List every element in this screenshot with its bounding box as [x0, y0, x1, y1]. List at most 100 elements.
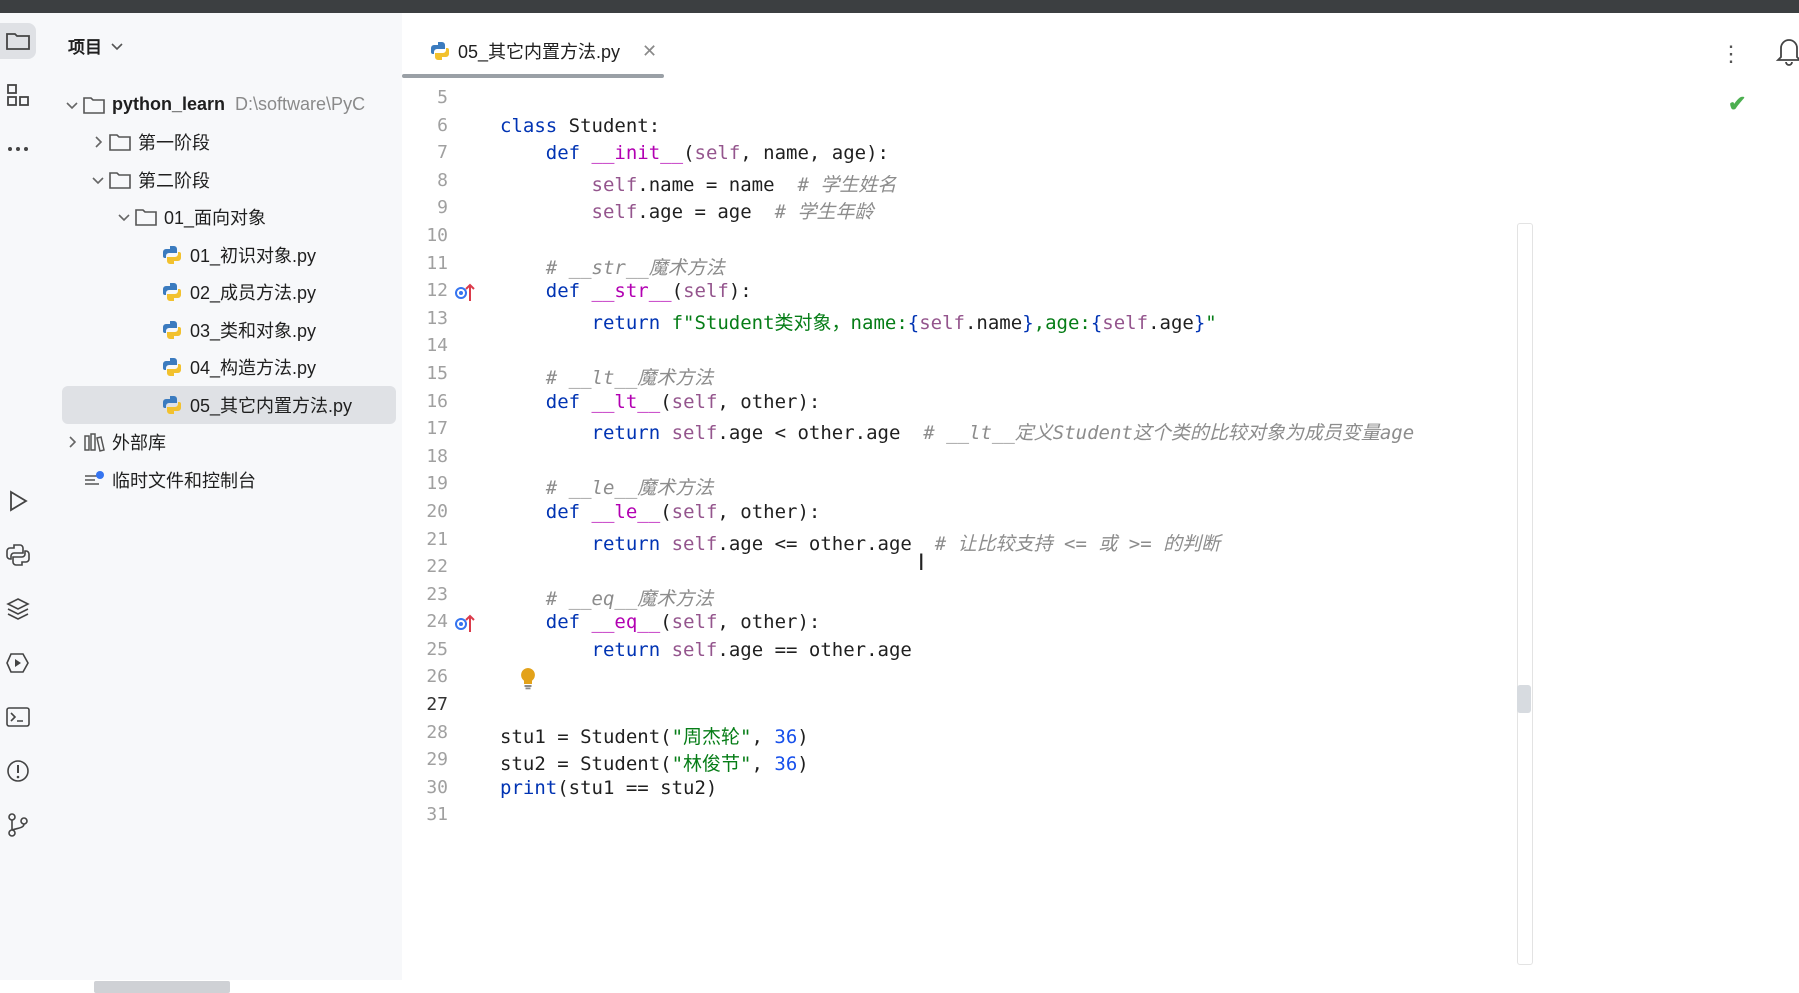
tree-item-python-learn[interactable]: python_learn D:\software\PyC [62, 86, 396, 124]
folder-icon [108, 169, 132, 191]
token: class [500, 114, 558, 137]
run-tool-button[interactable] [0, 483, 36, 519]
token: __le__ [591, 500, 661, 523]
line-number: 31 [426, 804, 448, 826]
tree-item-file[interactable]: 01_初识对象.py [62, 236, 396, 274]
problems-tool-button[interactable] [0, 753, 36, 789]
services-icon [6, 653, 29, 673]
tree-item-stage-2[interactable]: 第二阶段 [62, 161, 396, 199]
tree-item-label: 04_构造方法.py [190, 358, 317, 379]
horizontal-scrollbar[interactable] [94, 981, 230, 993]
token: , name, age): [740, 142, 889, 165]
chevron-down-icon [111, 42, 123, 50]
token: return [591, 532, 661, 555]
layers-tool-button[interactable] [0, 591, 36, 627]
token: self [671, 500, 718, 523]
bell-icon[interactable] [1772, 33, 1799, 67]
token: " [1205, 311, 1217, 334]
services-tool-button[interactable] [0, 645, 36, 681]
tree-item-stage-1[interactable]: 第一阶段 [62, 124, 396, 162]
line-number: 18 [426, 445, 448, 467]
structure-tool-button[interactable] [0, 77, 36, 113]
chevron-down-icon[interactable] [114, 207, 134, 227]
token: 36 [774, 753, 798, 776]
chevron-right-icon[interactable] [62, 432, 82, 452]
project-panel-header[interactable]: 项目 [68, 33, 124, 58]
chevron-right-icon[interactable] [88, 132, 108, 152]
project-tool-button[interactable] [0, 23, 36, 59]
token: "林俊节" [671, 753, 752, 776]
line-number: 16 [426, 390, 448, 412]
token: # __str__魔术方法 [545, 256, 725, 279]
code-line: 28 stu1 = Student("周杰轮", 36) [402, 720, 1799, 748]
line-number: 8 [437, 169, 448, 191]
line-number: 22 [426, 556, 448, 578]
code-line-current: 27 [402, 692, 1799, 720]
line-number: 21 [426, 528, 448, 550]
scratch-console-icon [82, 469, 106, 491]
token: ): [728, 280, 752, 303]
code-line: 8 self.name = name # 学生姓名 [402, 168, 1799, 196]
close-icon[interactable]: ✕ [642, 41, 657, 62]
token: 36 [774, 725, 798, 748]
tree-item-file-selected[interactable]: 05_其它内置方法.py [62, 386, 396, 424]
python-console-tool-button[interactable] [0, 537, 36, 573]
more-actions-icon[interactable]: ⋮ [1720, 41, 1742, 67]
bulb-icon[interactable] [518, 666, 538, 690]
vertical-scrollbar-thumb[interactable] [1517, 685, 1531, 713]
override-icon[interactable] [454, 281, 476, 303]
more-tools-button[interactable] [0, 131, 36, 167]
token: self [671, 611, 718, 634]
git-tool-button[interactable] [0, 807, 36, 843]
tree-item-label: 02_成员方法.py [190, 283, 317, 304]
tree-item-label: 外部库 [112, 433, 166, 454]
tree-item-file[interactable]: 04_构造方法.py [62, 349, 396, 387]
override-icon[interactable] [454, 612, 476, 634]
tree-item-external-libraries[interactable]: 外部库 [62, 424, 396, 462]
token: # __lt__魔术方法 [545, 366, 714, 389]
python-console-icon [6, 544, 30, 566]
vertical-scrollbar-track[interactable] [1517, 223, 1533, 965]
project-panel: 项目 python_learn D:\software\PyC 第一阶段 第二阶… [50, 13, 402, 993]
python-file-icon [160, 244, 184, 266]
tree-item-scratches[interactable]: 临时文件和控制台 [62, 461, 396, 499]
tree-item-label: 05_其它内置方法.py [190, 395, 353, 416]
project-tree: python_learn D:\software\PyC 第一阶段 第二阶段 0… [62, 86, 396, 499]
editor-tab-active[interactable]: 05_其它内置方法.py ✕ [420, 31, 667, 71]
tree-item-file[interactable]: 02_成员方法.py [62, 274, 396, 312]
chevron-down-icon[interactable] [62, 95, 82, 115]
token: stu2 = Student( [500, 753, 672, 776]
token: self [694, 142, 741, 165]
python-file-icon [160, 394, 184, 416]
tree-item-oop-folder[interactable]: 01_面向对象 [62, 199, 396, 237]
terminal-tool-button[interactable] [0, 699, 36, 735]
token: { [1090, 311, 1103, 334]
token: "周杰轮" [671, 725, 752, 748]
chevron-down-icon[interactable] [88, 170, 108, 190]
token: def [545, 142, 581, 165]
line-number: 6 [437, 114, 448, 136]
line-number: 24 [426, 611, 448, 633]
token: ( [660, 611, 672, 634]
code-line: 10 [402, 223, 1799, 251]
code-area[interactable]: 5 6 class Student: 7 def __init__(self, n… [402, 85, 1799, 830]
line-number: 28 [426, 721, 448, 743]
tree-item-file[interactable]: 03_类和对象.py [62, 311, 396, 349]
line-number: 30 [426, 776, 448, 798]
tree-item-label: 01_面向对象 [164, 208, 267, 229]
code-line: 14 [402, 333, 1799, 361]
token: stu1 = Student( [500, 725, 672, 748]
run-icon [10, 490, 28, 512]
code-line: 13 return f"Student类对象，name:{self.name},… [402, 306, 1799, 334]
token: return [591, 638, 661, 661]
token: .age [1148, 311, 1194, 334]
python-file-icon [160, 281, 184, 303]
